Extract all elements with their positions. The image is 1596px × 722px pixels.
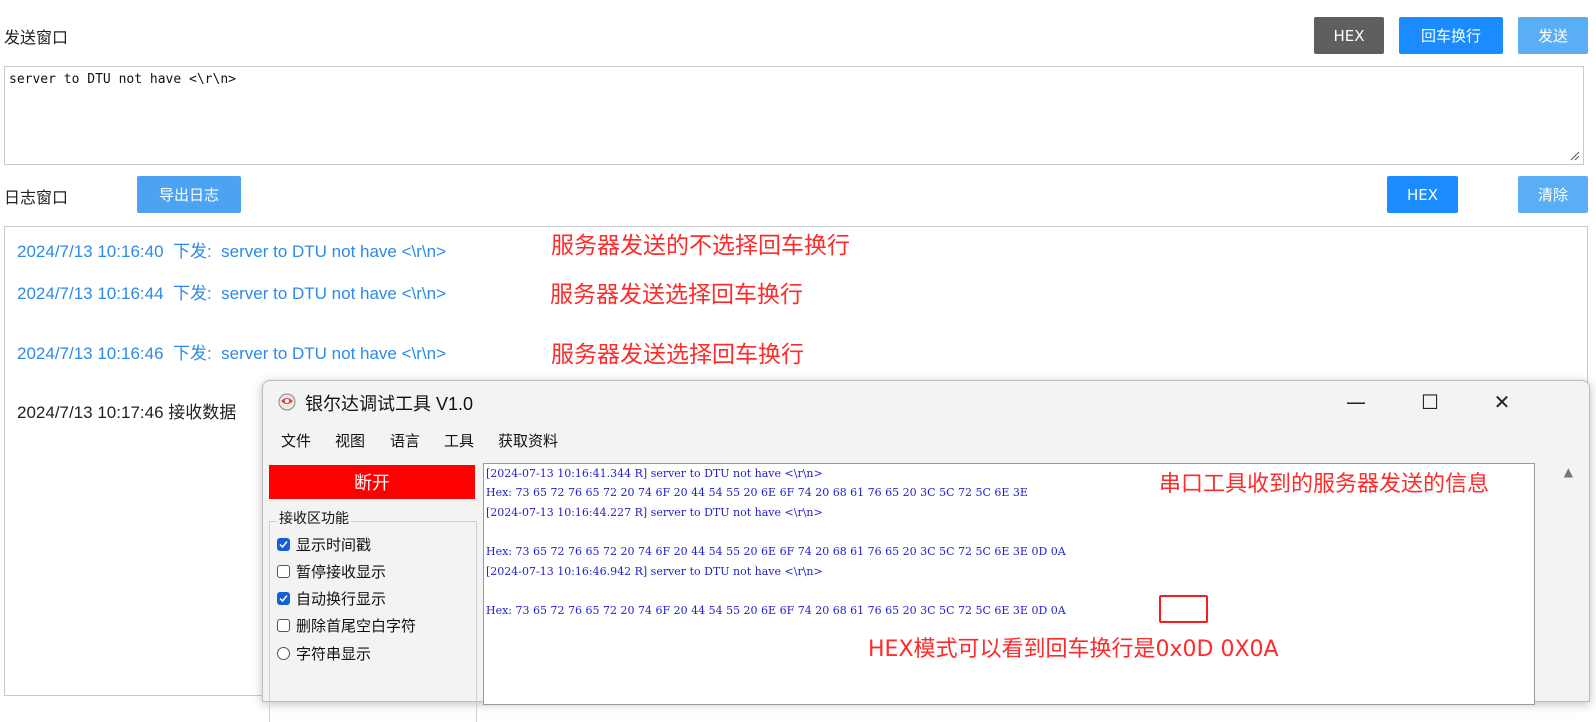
log-line: 2024/7/13 10:16:46 下发: server to DTU not… <box>17 344 447 363</box>
receive-line: [2024-07-13 10:16:41.344 R] server to DT… <box>486 467 823 480</box>
checkbox-checked-icon[interactable] <box>277 538 290 551</box>
annotation-crlf-2: 服务器发送选择回车换行 <box>551 342 804 368</box>
send-button[interactable]: 发送 <box>1518 17 1588 54</box>
clear-button[interactable]: 清除 <box>1518 176 1588 213</box>
log-window-title: 日志窗口 <box>4 188 69 207</box>
close-icon[interactable]: ✕ <box>1479 387 1525 417</box>
export-log-button[interactable]: 导出日志 <box>137 176 241 213</box>
annotation-hex-crlf: HEX模式可以看到回车换行是0x0D 0X0A <box>868 637 1279 662</box>
menu-language[interactable]: 语言 <box>390 430 420 451</box>
log-hex-button[interactable]: HEX <box>1387 176 1458 213</box>
log-line: 2024/7/13 10:16:44 下发: server to DTU not… <box>17 284 447 303</box>
receive-line: Hex: 73 65 72 76 65 72 20 74 6F 20 44 54… <box>486 604 1066 617</box>
maximize-icon[interactable]: ☐ <box>1407 387 1453 417</box>
crlf-button[interactable]: 回车换行 <box>1399 17 1503 54</box>
checkbox-unchecked-icon[interactable] <box>277 619 290 632</box>
menu-tools[interactable]: 工具 <box>444 430 474 451</box>
annotation-no-crlf: 服务器发送的不选择回车换行 <box>551 233 850 259</box>
option-trim-whitespace[interactable]: 删除首尾空白字符 <box>277 615 416 636</box>
annotation-serial-received: 串口工具收到的服务器发送的信息 <box>1159 472 1490 497</box>
receive-group-title: 接收区功能 <box>277 508 351 528</box>
receive-line: [2024-07-13 10:16:46.942 R] server to DT… <box>486 565 823 578</box>
option-show-timestamp[interactable]: 显示时间戳 <box>277 534 371 555</box>
receive-area[interactable]: [2024-07-13 10:16:41.344 R] server to DT… <box>483 463 1535 705</box>
serial-tool-window: 银尔达调试工具 V1.0 — ☐ ✕ 文件 视图 语言 工具 获取资料 断开 接… <box>262 380 1590 722</box>
option-label: 显示时间戳 <box>296 536 372 554</box>
annotation-crlf-1: 服务器发送选择回车换行 <box>550 282 803 308</box>
send-hex-button[interactable]: HEX <box>1314 17 1384 54</box>
option-label: 字符串显示 <box>296 645 372 663</box>
disconnect-button[interactable]: 断开 <box>269 465 475 499</box>
option-label: 暂停接收显示 <box>296 563 387 581</box>
receive-line: Hex: 73 65 72 76 65 72 20 74 6F 20 44 54… <box>486 486 1028 499</box>
menu-file[interactable]: 文件 <box>281 430 311 451</box>
send-textarea[interactable]: server to DTU not have <\r\n> <box>4 66 1584 165</box>
log-line: 2024/7/13 10:17:46 接收数据 <box>17 403 237 422</box>
option-label: 自动换行显示 <box>296 590 387 608</box>
option-pause-receive[interactable]: 暂停接收显示 <box>277 561 386 582</box>
minimize-icon[interactable]: — <box>1333 387 1379 417</box>
crlf-highlight-box <box>1159 595 1208 623</box>
receive-line: Hex: 73 65 72 76 65 72 20 74 6F 20 44 54… <box>486 545 1066 558</box>
option-auto-wrap[interactable]: 自动换行显示 <box>277 588 386 609</box>
window-title: 银尔达调试工具 V1.0 <box>305 394 474 414</box>
scroll-up-icon[interactable]: ▲ <box>1564 465 1573 479</box>
receive-line: [2024-07-13 10:16:44.227 R] server to DT… <box>486 506 823 519</box>
radio-icon[interactable] <box>277 647 290 660</box>
menu-get-materials[interactable]: 获取资料 <box>498 430 558 451</box>
send-window-title: 发送窗口 <box>4 28 69 47</box>
menu-view[interactable]: 视图 <box>335 430 365 451</box>
checkbox-checked-icon[interactable] <box>277 592 290 605</box>
resize-grip-icon[interactable] <box>1570 151 1580 161</box>
option-string-display[interactable]: 字符串显示 <box>277 643 371 664</box>
checkbox-unchecked-icon[interactable] <box>277 565 290 578</box>
option-label: 删除首尾空白字符 <box>296 617 417 635</box>
send-text: server to DTU not have <\r\n> <box>9 72 236 87</box>
log-line: 2024/7/13 10:16:40 下发: server to DTU not… <box>17 242 447 261</box>
app-logo-icon <box>278 393 296 411</box>
